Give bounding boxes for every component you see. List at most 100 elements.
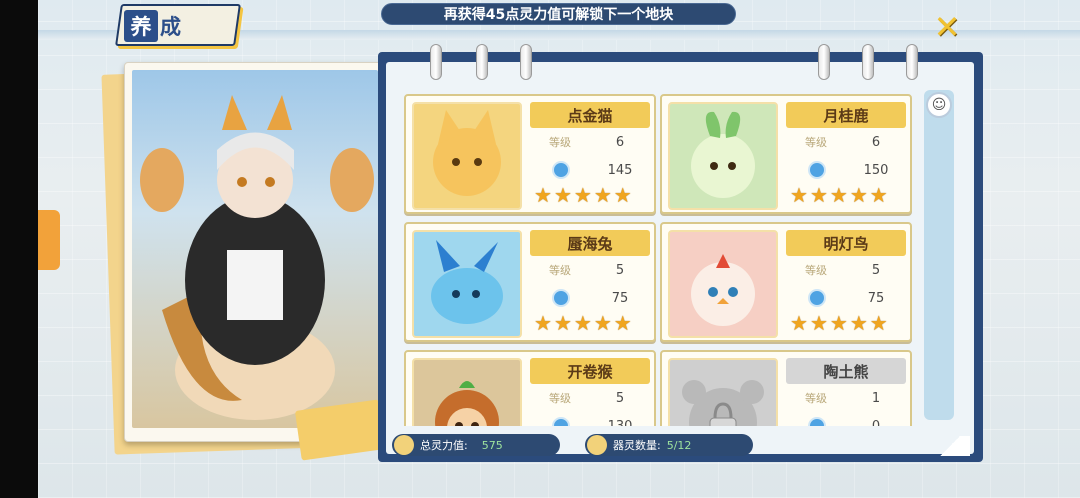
level-label: 等级 bbox=[805, 136, 827, 149]
power-value: 150 bbox=[863, 162, 889, 178]
ring-icon bbox=[430, 44, 442, 80]
ring-icon bbox=[476, 44, 488, 80]
pet-portrait-cat bbox=[412, 102, 522, 210]
level-row: 等级 1 bbox=[786, 386, 906, 410]
star-icon: ★ bbox=[534, 183, 552, 207]
star-icon: ★ bbox=[869, 183, 888, 207]
star-rating: ★ ★ ★ ★ ★ bbox=[534, 184, 646, 206]
pet-portrait-deer bbox=[668, 102, 778, 210]
character-art bbox=[132, 70, 378, 428]
page-fold bbox=[930, 436, 970, 456]
power-value: 0 bbox=[871, 418, 881, 427]
pet-card[interactable]: 开卷猴 等级 5 130 bbox=[404, 350, 656, 426]
level-label: 等级 bbox=[549, 264, 571, 277]
star-icon: ★ bbox=[553, 183, 572, 207]
level-row: 等级 5 bbox=[786, 258, 906, 282]
pet-name: 月桂鹿 bbox=[786, 102, 906, 128]
face-icon[interactable]: ☺ bbox=[926, 92, 952, 118]
star-icon: ★ bbox=[534, 311, 552, 335]
star-icon: ★ bbox=[593, 183, 612, 207]
power-row: 75 bbox=[786, 286, 906, 310]
pet-portrait-bird bbox=[668, 230, 778, 338]
star-icon: ★ bbox=[790, 311, 808, 335]
level-value: 1 bbox=[871, 390, 881, 406]
pet-name: 明灯鸟 bbox=[786, 230, 906, 256]
water-drop-icon bbox=[808, 417, 826, 426]
water-drop-icon bbox=[552, 417, 570, 426]
power-row: 130 bbox=[530, 414, 650, 426]
star-icon: ★ bbox=[869, 311, 888, 335]
power-row: 150 bbox=[786, 158, 906, 182]
star-icon: ★ bbox=[849, 311, 868, 335]
level-value: 5 bbox=[615, 262, 625, 278]
spirit-count-pill: 器灵数量: 5/12 bbox=[585, 434, 753, 456]
pet-name: 陶土熊 bbox=[786, 358, 906, 384]
spirit-count-label: 器灵数量: bbox=[613, 439, 661, 452]
page-title-char-1: 养 bbox=[124, 10, 158, 42]
star-icon: ★ bbox=[790, 183, 808, 207]
star-rating: ★ ★ ★ ★ ★ bbox=[534, 312, 646, 334]
water-drop-icon bbox=[552, 161, 570, 179]
pet-name: 开卷猴 bbox=[530, 358, 650, 384]
star-rating: ★ ★ ★ ★ ★ bbox=[790, 312, 902, 334]
pet-card[interactable]: 月桂鹿 等级 6 150 ★ ★ ★ ★ ★ bbox=[660, 94, 912, 214]
unlock-tip: 再获得45点灵力值可解锁下一个地块 bbox=[381, 3, 736, 25]
power-row: 145 bbox=[530, 158, 650, 182]
star-icon: ★ bbox=[553, 311, 572, 335]
ring-icon bbox=[906, 44, 918, 80]
water-drop-icon bbox=[552, 289, 570, 307]
pet-card[interactable]: 蜃海兔 等级 5 75 ★ ★ ★ ★ ★ bbox=[404, 222, 656, 342]
pet-portrait-bear-locked bbox=[668, 358, 778, 426]
power-value: 75 bbox=[867, 290, 885, 306]
water-drop-icon bbox=[808, 289, 826, 307]
level-row: 等级 6 bbox=[530, 130, 650, 154]
ring-icon bbox=[520, 44, 532, 80]
total-power-label: 总灵力值: bbox=[420, 439, 468, 452]
level-label: 等级 bbox=[549, 392, 571, 405]
power-row: 0 bbox=[786, 414, 906, 426]
left-side-tab[interactable] bbox=[38, 210, 60, 270]
star-icon: ★ bbox=[829, 183, 848, 207]
pet-portrait-rabbit bbox=[412, 230, 522, 338]
scrollbar-track[interactable] bbox=[924, 90, 954, 420]
power-value: 75 bbox=[611, 290, 629, 306]
pet-card[interactable]: 点金猫 等级 6 145 ★ ★ ★ ★ ★ bbox=[404, 94, 656, 214]
water-drop-icon bbox=[394, 435, 414, 455]
water-drop-icon bbox=[808, 161, 826, 179]
level-label: 等级 bbox=[805, 392, 827, 405]
power-value: 145 bbox=[607, 162, 633, 178]
star-icon: ★ bbox=[809, 311, 828, 335]
spirit-count-value: 5/12 bbox=[666, 438, 692, 452]
close-x-icon[interactable]: ✕ bbox=[930, 8, 964, 46]
level-row: 等级 5 bbox=[530, 386, 650, 410]
level-row: 等级 5 bbox=[530, 258, 650, 282]
level-row: 等级 6 bbox=[786, 130, 906, 154]
pet-portrait-monkey bbox=[412, 358, 522, 426]
level-value: 5 bbox=[615, 390, 625, 406]
star-icon: ★ bbox=[573, 183, 592, 207]
ring-icon bbox=[862, 44, 874, 80]
pet-name: 点金猫 bbox=[530, 102, 650, 128]
pet-name: 蜃海兔 bbox=[530, 230, 650, 256]
level-label: 等级 bbox=[549, 136, 571, 149]
total-power-value: 575 bbox=[481, 438, 503, 452]
page-title-char-2: 成 bbox=[160, 15, 181, 39]
power-row: 75 bbox=[530, 286, 650, 310]
left-black-bar bbox=[0, 0, 38, 498]
star-icon: ★ bbox=[593, 311, 612, 335]
level-value: 5 bbox=[871, 262, 881, 278]
power-value: 130 bbox=[607, 418, 633, 427]
star-rating: ★ ★ ★ ★ ★ bbox=[790, 184, 902, 206]
ring-icon bbox=[818, 44, 830, 80]
total-power-pill: 总灵力值: 575 bbox=[392, 434, 560, 456]
star-icon: ★ bbox=[809, 183, 828, 207]
star-icon: ★ bbox=[613, 183, 632, 207]
pet-grid: 点金猫 等级 6 145 ★ ★ ★ ★ ★ 月桂鹿 等级 6 150 ★ ★ ★ ★ ★ bbox=[398, 88, 918, 426]
star-icon: ★ bbox=[849, 183, 868, 207]
level-label: 等级 bbox=[805, 264, 827, 277]
pet-card[interactable]: 明灯鸟 等级 5 75 ★ ★ ★ ★ ★ bbox=[660, 222, 912, 342]
star-icon: ★ bbox=[573, 311, 592, 335]
star-icon: ★ bbox=[829, 311, 848, 335]
pet-card-locked[interactable]: 陶土熊 等级 1 0 bbox=[660, 350, 912, 426]
spirit-icon bbox=[587, 435, 607, 455]
